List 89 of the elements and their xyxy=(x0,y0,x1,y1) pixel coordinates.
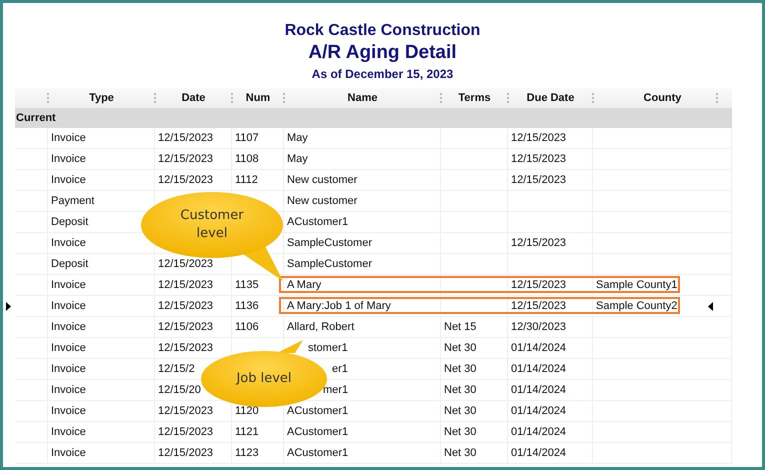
table-cell: 12/15/2023 xyxy=(511,132,566,144)
table-cell: Invoice xyxy=(51,342,86,354)
table-cell: New customer xyxy=(287,195,358,207)
table-cell: 12/15/2023 xyxy=(158,342,214,354)
company-name: Rock Castle Construction xyxy=(284,21,480,41)
table-cell: 1136 xyxy=(235,300,259,312)
table-cell: er1 xyxy=(332,363,348,375)
table-cell: 1120 xyxy=(235,405,259,417)
table-cell: Payment xyxy=(51,195,94,207)
table-cell: 12/15/2023 xyxy=(158,447,214,459)
table-cell: 12/15/2023 xyxy=(511,174,566,186)
table-cell: Sample County1 xyxy=(596,279,678,291)
table-cell: Invoice xyxy=(51,300,86,312)
table-cell: ACustomer1 xyxy=(287,405,348,417)
table-cell: Net 30 xyxy=(444,426,476,438)
column-header[interactable]: County xyxy=(644,92,682,104)
table-cell: 1108 xyxy=(235,153,259,165)
table-cell: ACustomer1 xyxy=(287,447,348,459)
column-header[interactable]: Name xyxy=(348,92,378,104)
table-cell: 1135 xyxy=(235,279,259,291)
table-cell: Net 30 xyxy=(444,384,476,396)
table-cell: Net 30 xyxy=(444,405,476,417)
table-cell: 01/14/2024 xyxy=(511,426,566,438)
table-cell: A Mary:Job 1 of Mary xyxy=(287,300,391,312)
callout-text: Job level xyxy=(234,370,293,388)
table-cell: Invoice xyxy=(51,321,86,333)
table-cell: Invoice xyxy=(51,174,86,186)
table-cell: Invoice xyxy=(51,363,86,375)
table-cell: 12/15/2023 xyxy=(511,237,566,249)
table-cell: 12/15/20 xyxy=(158,384,201,396)
table-cell: ACustomer1 xyxy=(287,426,348,438)
table-cell: stomer1 xyxy=(308,342,348,354)
column-header[interactable]: Due Date xyxy=(526,92,574,104)
table-cell: Invoice xyxy=(51,279,86,291)
column-header[interactable]: Num xyxy=(246,92,270,104)
table-cell: Invoice xyxy=(51,132,86,144)
table-cell: 12/15/2023 xyxy=(158,153,214,165)
table-cell: 12/15/2023 xyxy=(158,426,214,438)
table-cell: Deposit xyxy=(51,258,88,270)
table-cell: ACustomer1 xyxy=(287,216,348,228)
table-cell: Sample County2 xyxy=(596,300,678,312)
table-cell: Net 30 xyxy=(444,342,476,354)
table-cell: Net 15 xyxy=(444,321,476,333)
table-cell: 1107 xyxy=(235,132,259,144)
table-cell: Deposit xyxy=(51,216,88,228)
table-cell: 12/30/2023 xyxy=(511,321,566,333)
table-cell: 12/15/2023 xyxy=(158,300,214,312)
table-cell: 12/15/2023 xyxy=(158,132,214,144)
table-cell: 1121 xyxy=(235,426,259,438)
table-cell: 12/15/2023 xyxy=(158,174,214,186)
table-cell: Invoice xyxy=(51,237,86,249)
table-cell: 12/15/2023 xyxy=(158,405,214,417)
table-cell: 1112 xyxy=(235,174,258,186)
table-cell: Invoice xyxy=(51,426,86,438)
column-header[interactable]: Type xyxy=(89,92,114,104)
table-cell: 01/14/2024 xyxy=(511,342,566,354)
callout-text: Customer level xyxy=(179,207,245,243)
table-cell: 01/14/2024 xyxy=(511,447,566,459)
table-cell: 12/15/2023 xyxy=(158,279,214,291)
report-title: A/R Aging Detail xyxy=(308,41,457,65)
table-cell: A Mary xyxy=(287,279,322,291)
table-cell: May xyxy=(287,132,308,144)
table-cell: 12/15/2023 xyxy=(511,279,566,291)
column-header[interactable]: Date xyxy=(182,92,206,104)
table-cell: 12/15/2023 xyxy=(158,321,214,333)
table-cell: SampleCustomer xyxy=(287,258,372,270)
table-cell: 01/14/2024 xyxy=(511,405,566,417)
table-cell: Invoice xyxy=(51,384,86,396)
table-cell: New customer xyxy=(287,174,358,186)
report-date: As of December 15, 2023 xyxy=(312,66,454,82)
table-cell: SampleCustomer xyxy=(287,237,372,249)
table-cell: Allard, Robert xyxy=(287,321,354,333)
table-cell: 12/15/2023 xyxy=(511,300,566,312)
table-cell: 12/15/2 xyxy=(158,363,195,375)
table-cell: 12/15/2023 xyxy=(158,258,214,270)
table-cell: mer1 xyxy=(323,384,348,396)
table-cell: Invoice xyxy=(51,153,86,165)
table-cell: Invoice xyxy=(51,405,86,417)
table-cell: 1106 xyxy=(235,321,259,333)
table-cell: 12/15/2023 xyxy=(511,153,566,165)
table-cell: 01/14/2024 xyxy=(511,384,566,396)
table-cell: May xyxy=(287,153,308,165)
table-cell: Net 30 xyxy=(444,447,476,459)
table-cell: 1123 xyxy=(235,447,259,459)
section-header: Current xyxy=(15,108,732,128)
table-cell: Net 30 xyxy=(444,363,476,375)
column-header[interactable]: Terms xyxy=(458,92,491,104)
table-cell: Invoice xyxy=(51,447,86,459)
table-cell: 01/14/2024 xyxy=(511,363,566,375)
